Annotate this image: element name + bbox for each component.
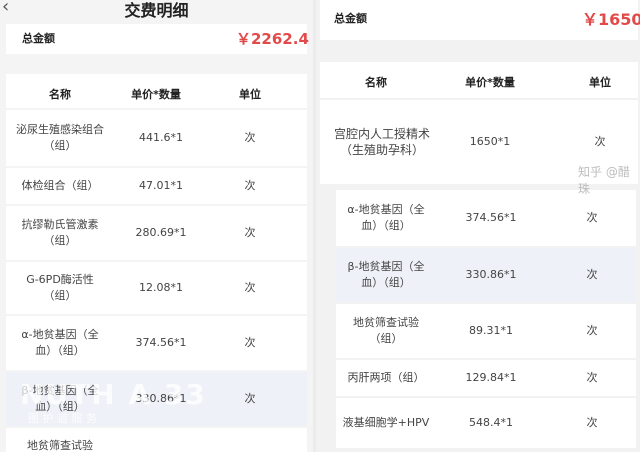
row-unit: 次 [244, 226, 256, 239]
row-name: 宫腔内人工授精术（生殖助孕科） [333, 127, 430, 157]
header-price: 单价*数量 [131, 88, 181, 101]
header-price: 单价*数量 [465, 76, 515, 89]
row-name: 地贫筛查试验（组） [353, 316, 419, 345]
table-row[interactable]: 抗缪勒氏管激素（组） 280.69*1 次 [6, 206, 307, 260]
page-title: 交费明细 [124, 1, 189, 20]
row-price: 330.86*1 [465, 268, 517, 281]
total-label: 总金额 [334, 12, 367, 25]
table-row[interactable]: 地贫筛查试验 [6, 428, 307, 452]
row-name: 抗缪勒氏管激素（组） [21, 218, 99, 247]
total-amount-card: 总金额 ￥2262.4 [6, 24, 309, 54]
overlay-watermark-sub: 图 护 道 服 务 [28, 412, 97, 425]
overlay-watermark: NUTH A 33 [20, 378, 207, 411]
row-price: 12.08*1 [139, 281, 183, 294]
row-name: α-地贫基因（全血）（组） [347, 203, 425, 232]
row-name: 泌尿生殖感染组合（组） [16, 123, 104, 152]
row-unit: 次 [244, 336, 256, 349]
row-name: G-6PD酶活性（组） [26, 273, 94, 302]
table-row[interactable]: 丙肝两项（组） 129.84*1 次 [336, 360, 636, 396]
row-unit: 次 [244, 281, 256, 294]
table-header: 名称 单价*数量 单位 [320, 62, 638, 98]
header-name: 名称 [49, 88, 71, 101]
row-name: 地贫筛查试验 [27, 439, 93, 452]
row-price: 374.56*1 [465, 211, 517, 224]
total-amount: ￥2262.4 [236, 30, 309, 48]
left-screenshot: ‹ 交费明细 总金额 ￥2262.4 名称 单价*数量 单位 泌尿生殖感染组合（… [0, 0, 313, 452]
row-name: 液基细胞学+HPV [342, 416, 430, 429]
row-name: 丙肝两项（组） [347, 371, 425, 384]
row-price: 280.69*1 [135, 226, 187, 239]
total-amount: ￥1650 [582, 10, 640, 29]
row-unit: 次 [586, 371, 598, 384]
row-price: 374.56*1 [135, 336, 187, 349]
table-row[interactable]: α-地贫基因（全血）（组） 374.56*1 次 [6, 316, 307, 370]
table-row[interactable]: 泌尿生殖感染组合（组） 441.6*1 次 [6, 110, 307, 166]
total-amount-card: 总金额 ￥1650 [320, 0, 640, 40]
row-unit: 次 [586, 324, 598, 337]
right-screenshot: 总金额 ￥1650 名称 单价*数量 单位 宫腔内人工授精术（生殖助孕科） 16… [316, 0, 640, 452]
header-unit: 单位 [239, 88, 261, 101]
header-name: 名称 [365, 76, 387, 89]
row-unit: 次 [244, 392, 256, 405]
row-unit [230, 428, 270, 452]
table-row[interactable]: 体检组合（组） 47.01*1 次 [6, 168, 307, 204]
row-unit: 次 [586, 211, 598, 224]
row-unit: 次 [586, 268, 598, 281]
table-header: 名称 单价*数量 单位 [6, 74, 307, 108]
row-price: 548.4*1 [469, 416, 513, 429]
total-label: 总金额 [22, 32, 55, 45]
row-price: 1650*1 [469, 135, 511, 148]
row-unit: 次 [586, 416, 598, 429]
row-unit: 次 [244, 179, 256, 192]
header-unit: 单位 [589, 76, 611, 89]
table-row[interactable]: β-地贫基因（全血）（组） 330.86*1 次 [336, 248, 636, 302]
row-price: 441.6*1 [139, 131, 183, 144]
zhihu-watermark: 知乎 @醋珠 [578, 165, 630, 196]
table-row[interactable]: 液基细胞学+HPV 548.4*1 次 [336, 398, 636, 448]
row-name: α-地贫基因（全血）（组） [21, 328, 99, 357]
table-row[interactable]: G-6PD酶活性（组） 12.08*1 次 [6, 262, 307, 314]
table-row[interactable]: 地贫筛查试验（组） 89.31*1 次 [336, 304, 636, 358]
table-row[interactable]: α-地贫基因（全血）（组） 374.56*1 次 [336, 190, 636, 246]
row-price [116, 428, 206, 452]
row-name: 体检组合（组） [21, 179, 99, 192]
row-price: 47.01*1 [139, 179, 183, 192]
top-nav-bar: ‹ 交费明细 [0, 0, 313, 22]
row-unit: 次 [244, 131, 256, 144]
row-name: β-地贫基因（全血）（组） [347, 260, 425, 289]
row-price: 129.84*1 [465, 371, 517, 384]
row-price: 89.31*1 [469, 324, 513, 337]
